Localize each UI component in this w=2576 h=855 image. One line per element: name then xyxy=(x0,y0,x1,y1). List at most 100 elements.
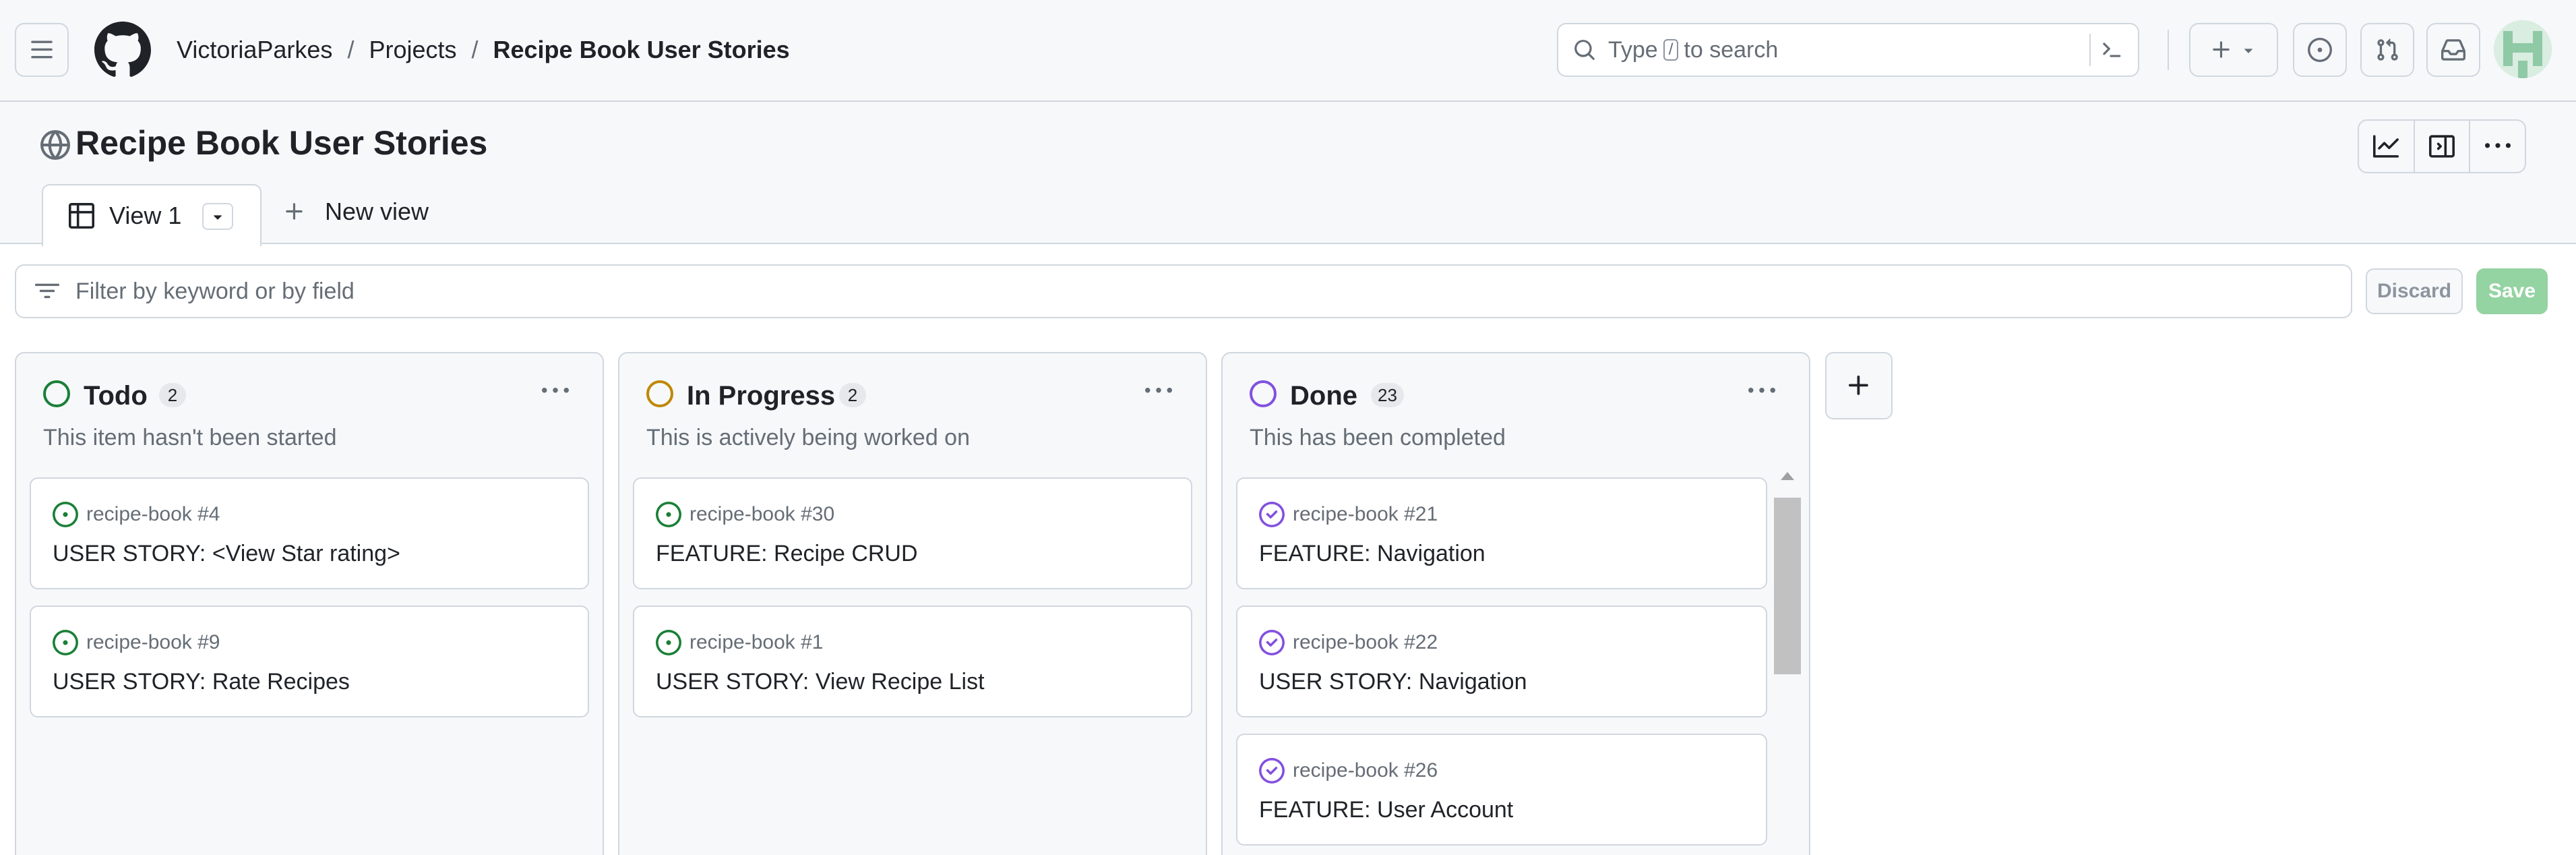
board-icon xyxy=(69,203,94,229)
card-title[interactable]: FEATURE: Recipe CRUD xyxy=(656,541,918,567)
status-open-icon xyxy=(43,380,70,407)
card-repo: recipe-book #21 xyxy=(1259,502,1438,527)
issue-closed-icon xyxy=(1259,630,1285,655)
issue-closed-icon xyxy=(1259,502,1285,527)
side-panel-icon xyxy=(2429,135,2455,158)
card-repo-label: recipe-book #9 xyxy=(86,631,220,653)
issue-card[interactable]: recipe-book #30 FEATURE: Recipe CRUD xyxy=(633,477,1192,589)
column-menu-button[interactable] xyxy=(1138,378,1179,405)
issue-open-icon xyxy=(53,630,78,655)
breadcrumb-separator: / xyxy=(471,36,479,63)
plus-icon xyxy=(2213,41,2230,58)
new-view-button[interactable]: New view xyxy=(283,198,429,226)
github-logo-icon[interactable] xyxy=(94,22,151,78)
issue-open-icon xyxy=(53,502,78,527)
card-repo: recipe-book #22 xyxy=(1259,630,1438,655)
project-header: Recipe Book User Stories View 1 New view xyxy=(0,102,2576,246)
column-count: 2 xyxy=(159,383,186,407)
card-repo: recipe-book #30 xyxy=(656,502,834,527)
card-title[interactable]: FEATURE: Navigation xyxy=(1259,541,1485,567)
breadcrumb-separator: / xyxy=(347,36,355,63)
breadcrumb: VictoriaParkes / Projects / Recipe Book … xyxy=(177,32,790,67)
tab-view-1[interactable]: View 1 xyxy=(42,184,262,246)
card-repo: recipe-book #9 xyxy=(53,630,220,655)
pull-requests-button[interactable] xyxy=(2360,23,2414,77)
breadcrumb-project[interactable]: Recipe Book User Stories xyxy=(493,36,790,64)
column-description: This item hasn't been started xyxy=(43,425,337,450)
issues-button[interactable] xyxy=(2293,23,2347,77)
project-toolbar xyxy=(2358,119,2526,173)
global-header: VictoriaParkes / Projects / Recipe Book … xyxy=(0,0,2576,102)
card-title[interactable]: USER STORY: Navigation xyxy=(1259,669,1527,695)
save-button[interactable]: Save xyxy=(2476,268,2548,314)
kebab-icon xyxy=(2484,143,2511,148)
card-repo-label: recipe-book #30 xyxy=(689,503,835,525)
create-new-button[interactable] xyxy=(2189,23,2278,77)
project-menu-button[interactable] xyxy=(2470,121,2525,172)
command-palette-button[interactable] xyxy=(2089,34,2123,66)
issue-icon xyxy=(2308,38,2332,62)
page-title: Recipe Book User Stories xyxy=(75,124,488,162)
column-todo: Todo 2 This item hasn't been started rec… xyxy=(15,352,604,855)
card-repo-label: recipe-book #21 xyxy=(1293,503,1438,525)
view-options-button[interactable] xyxy=(202,203,233,230)
column-description: This is actively being worked on xyxy=(646,425,971,450)
breadcrumb-projects[interactable]: Projects xyxy=(369,36,456,64)
issue-card[interactable]: recipe-book #4 USER STORY: <View Star ra… xyxy=(30,477,589,589)
search-shortcut-key: / xyxy=(1663,39,1679,61)
plus-icon xyxy=(1849,376,1868,395)
card-title[interactable]: USER STORY: View Recipe List xyxy=(656,669,985,695)
chevron-down-icon xyxy=(2244,49,2252,53)
issue-card[interactable]: recipe-book #21 FEATURE: Navigation xyxy=(1236,477,1767,589)
new-view-label: New view xyxy=(325,198,429,225)
globe-icon xyxy=(40,130,70,160)
issue-open-icon xyxy=(656,502,681,527)
card-title[interactable]: FEATURE: User Account xyxy=(1259,797,1513,823)
plus-icon xyxy=(286,203,303,220)
scroll-up-arrow-icon[interactable] xyxy=(1781,472,1794,480)
add-column-button[interactable] xyxy=(1825,352,1893,419)
search-prefix: Type xyxy=(1608,36,1658,63)
column-done: Done 23 This has been completed recipe-b… xyxy=(1221,352,1810,855)
column-menu-button[interactable] xyxy=(1742,378,1782,405)
column-scrollbar[interactable] xyxy=(1774,472,1801,855)
filter-input[interactable]: Filter by keyword or by field xyxy=(15,264,2352,318)
menu-button[interactable] xyxy=(15,23,69,77)
issue-card[interactable]: recipe-book #1 USER STORY: View Recipe L… xyxy=(633,606,1192,717)
breadcrumb-owner[interactable]: VictoriaParkes xyxy=(177,36,332,64)
search-input[interactable]: Type / to search xyxy=(1557,23,2139,77)
avatar[interactable] xyxy=(2494,20,2552,78)
card-title[interactable]: USER STORY: <View Star rating> xyxy=(53,541,400,567)
menu-icon xyxy=(31,40,53,59)
issue-card[interactable]: recipe-book #22 USER STORY: Navigation xyxy=(1236,606,1767,717)
inbox-button[interactable] xyxy=(2426,23,2480,77)
column-title: Todo xyxy=(84,381,148,411)
kebab-icon xyxy=(542,388,569,393)
issue-open-icon xyxy=(656,630,681,655)
column-description: This has been completed xyxy=(1250,425,1506,450)
column-count: 2 xyxy=(839,383,866,407)
search-icon xyxy=(1574,40,1595,60)
filter-icon xyxy=(35,283,59,299)
command-palette-icon xyxy=(2103,42,2121,57)
card-repo: recipe-book #1 xyxy=(656,630,823,655)
column-title: Done xyxy=(1290,381,1357,411)
card-repo-label: recipe-book #1 xyxy=(689,631,824,653)
side-panel-button[interactable] xyxy=(2415,121,2471,172)
filter-placeholder: Filter by keyword or by field xyxy=(75,278,355,304)
column-count: 23 xyxy=(1371,383,1404,407)
tab-label: View 1 xyxy=(109,202,182,229)
issue-card[interactable]: recipe-book #26 FEATURE: User Account xyxy=(1236,734,1767,846)
pull-request-icon xyxy=(2377,38,2398,61)
card-repo: recipe-book #4 xyxy=(53,502,220,527)
inbox-icon xyxy=(2441,39,2465,61)
discard-button[interactable]: Discard xyxy=(2366,268,2463,314)
kebab-icon xyxy=(1145,388,1172,393)
scrollbar-thumb[interactable] xyxy=(1774,498,1801,674)
insights-button[interactable] xyxy=(2359,121,2415,172)
column-in-progress: In Progress 2 This is actively being wor… xyxy=(618,352,1207,855)
column-menu-button[interactable] xyxy=(535,378,576,405)
issue-card[interactable]: recipe-book #9 USER STORY: Rate Recipes xyxy=(30,606,589,717)
card-title[interactable]: USER STORY: Rate Recipes xyxy=(53,669,350,695)
column-title: In Progress xyxy=(687,381,836,411)
